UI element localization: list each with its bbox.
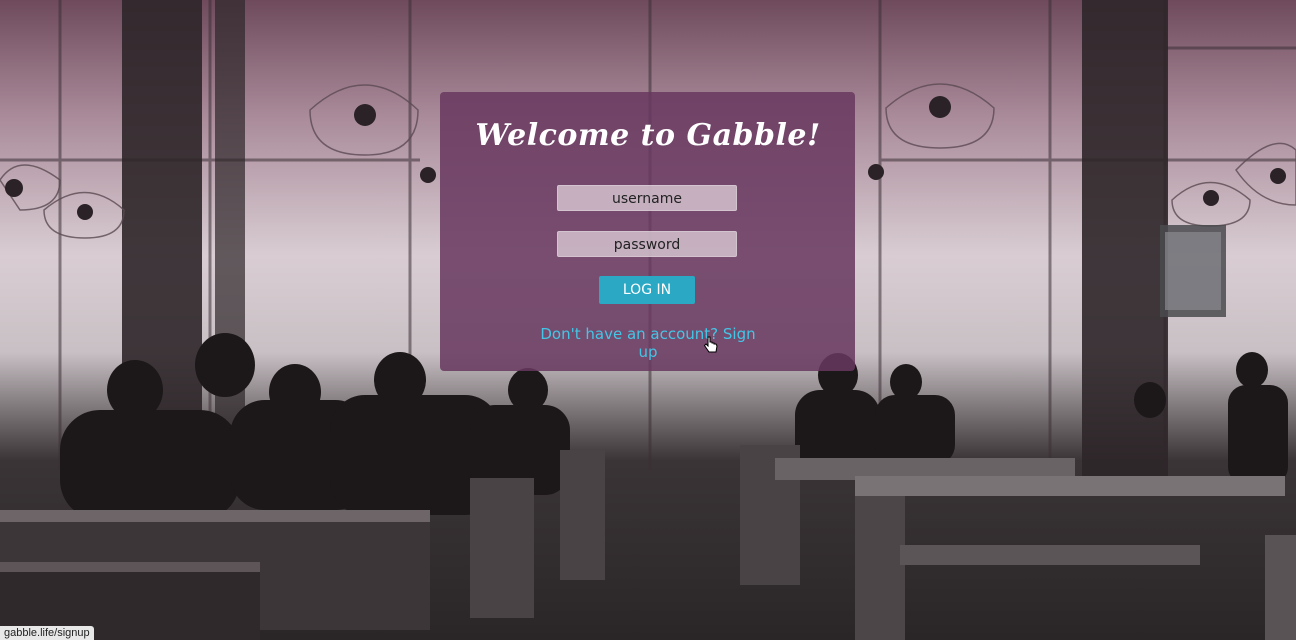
status-bar-url: gabble.life/signup [0,626,94,640]
password-input[interactable]: password [557,231,737,257]
username-input[interactable]: username [557,185,737,211]
login-button[interactable]: LOG IN [599,276,695,304]
signup-link[interactable]: Don't have an account? Sign up [540,325,756,361]
welcome-title: Welcome to Gabble! [475,118,821,153]
hand-cursor-icon [703,336,719,360]
